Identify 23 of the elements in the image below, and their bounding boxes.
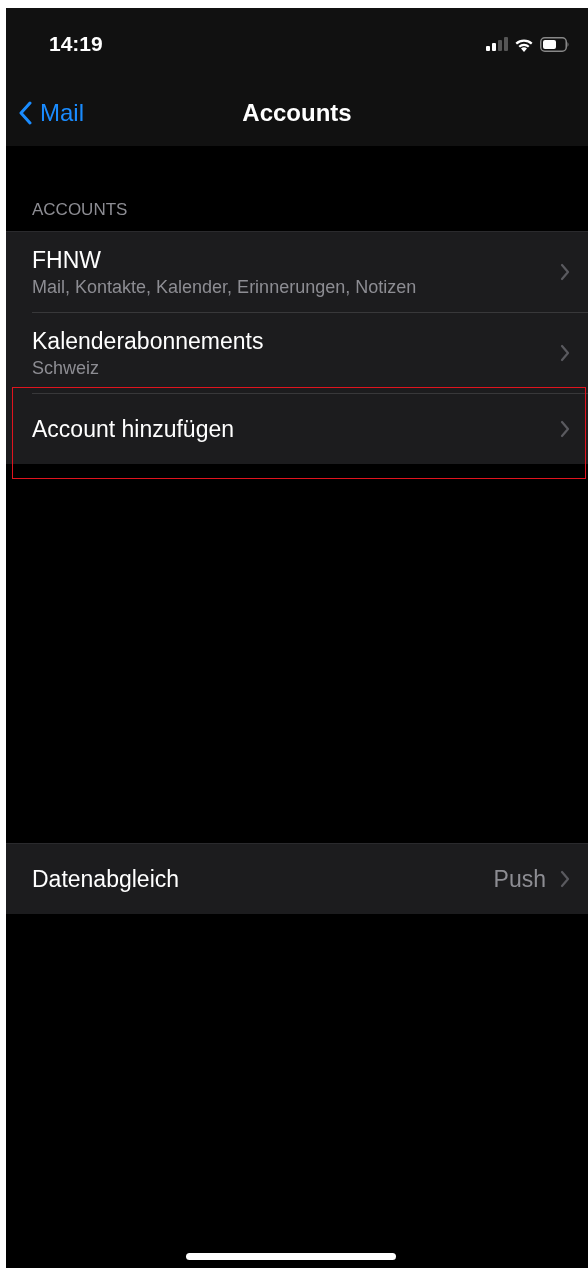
row-title: Datenabgleich — [32, 865, 181, 893]
chevron-icon — [560, 263, 570, 281]
account-row[interactable]: Account hinzufügen — [6, 394, 588, 464]
row-subtitle: Schweiz — [32, 357, 101, 379]
section-header: ACCOUNTS — [31, 199, 129, 221]
wifi-icon — [514, 36, 534, 52]
chevron-icon — [560, 420, 570, 438]
row-title: Kalenderabonnements — [32, 327, 265, 355]
back-chevron-icon — [18, 101, 32, 125]
sync-row[interactable]: Datenabgleich Push — [6, 844, 588, 914]
account-row[interactable]: Kalenderabonnements Schweiz — [6, 313, 588, 394]
page-title: Accounts — [242, 99, 352, 127]
signal-icon — [486, 37, 508, 51]
row-title: FHNW — [32, 246, 102, 274]
row-subtitle: Mail, Kontakte, Kalender, Erinnerungen, Notizen — [32, 276, 418, 298]
status-time: 14:19 — [49, 32, 103, 56]
account-row[interactable]: FHNW Mail, Kontakte, Kalender, Erinnerungen, Notizen — [6, 232, 588, 313]
row-title: Account hinzufügen — [32, 415, 236, 443]
battery-icon — [540, 36, 570, 52]
row-value: Push — [493, 865, 546, 893]
back-button[interactable]: Mail — [6, 99, 84, 127]
chevron-icon — [560, 344, 570, 362]
chevron-icon — [560, 870, 570, 888]
